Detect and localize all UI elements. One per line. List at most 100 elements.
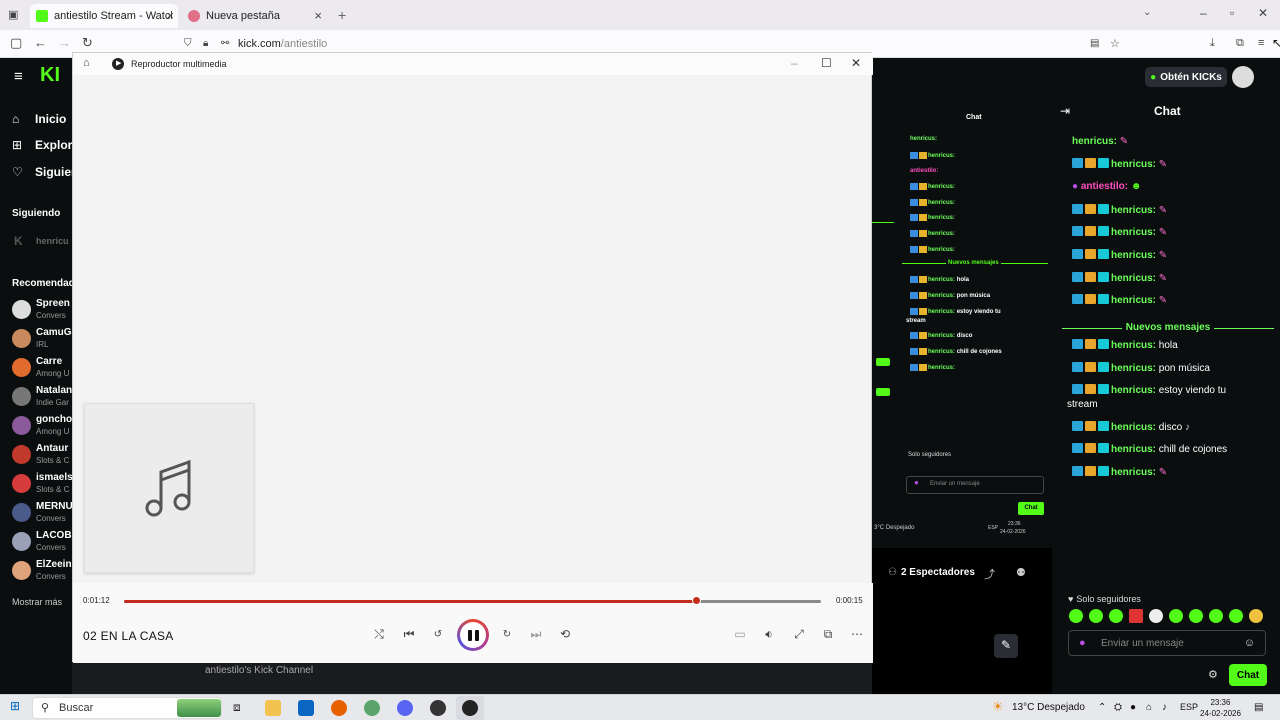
chat-message[interactable]: ● antiestilo: ☻ (1072, 181, 1141, 192)
tab-new[interactable]: Nueva pestaña × (182, 4, 330, 28)
pause-button[interactable] (457, 619, 489, 651)
get-kicks-button[interactable]: ● Obtén KICKs (1145, 67, 1227, 87)
reload-icon[interactable]: ↻ (82, 35, 93, 51)
minimize-player-icon[interactable]: – (791, 56, 798, 70)
language-indicator[interactable]: ESP (1180, 702, 1198, 712)
chat-message[interactable]: henricus: ✎ (1072, 158, 1167, 170)
permissions-icon[interactable]: ⚯ (221, 38, 229, 49)
previous-track-icon[interactable]: ⏮ (399, 627, 419, 642)
emote-icon[interactable] (1169, 609, 1183, 623)
chat-message-input[interactable]: ● Enviar un mensaje ☺ (1068, 630, 1266, 656)
volume-icon[interactable]: 🔉︎ (759, 627, 779, 642)
emote-icon[interactable] (1129, 609, 1143, 623)
taskbar-search[interactable]: ⚲ Buscar (32, 697, 222, 719)
file-explorer-icon[interactable] (265, 700, 281, 716)
network-icon[interactable]: ⌂ (1146, 702, 1152, 713)
send-chat-button[interactable]: Chat (1229, 664, 1267, 686)
share-icon[interactable]: ⤴ (984, 566, 995, 582)
emote-icon[interactable] (1089, 609, 1103, 623)
app-icon[interactable] (364, 700, 380, 716)
lock-icon[interactable]: 🔒︎ (203, 38, 208, 49)
captions-icon[interactable]: ▭ (730, 627, 750, 641)
collapse-chat-icon[interactable]: ⇥ (1060, 104, 1070, 118)
emote-icon[interactable] (1229, 609, 1243, 623)
repeat-icon[interactable]: ⟲ (555, 627, 575, 641)
close-player-icon[interactable]: ✕ (851, 56, 861, 70)
mini-player-icon[interactable]: ⧉ (818, 627, 838, 642)
back-icon[interactable]: ← (34, 35, 47, 50)
tab-antiestilo[interactable]: antiestilo Stream - Watch Live o × (30, 4, 178, 28)
rewind-10-icon[interactable]: ↺ (428, 629, 448, 640)
task-view-icon[interactable]: ⧈ (233, 700, 241, 715)
shuffle-icon[interactable]: ⤭ (369, 627, 389, 642)
tray-app-icon[interactable]: ⛭ (1114, 702, 1122, 713)
downloads-icon[interactable]: ⤓ (1210, 37, 1215, 50)
close-browser-icon[interactable]: ✕ (1258, 6, 1268, 20)
url-bar[interactable]: kick.com/antiestilo (238, 38, 327, 50)
edit-pencil-icon[interactable]: ✎ (994, 634, 1018, 658)
emote-icon[interactable] (1069, 609, 1083, 623)
chat-message[interactable]: henricus: ✎ (1072, 272, 1167, 284)
emote-icon[interactable] (1149, 609, 1163, 623)
emote-icon[interactable] (1209, 609, 1223, 623)
hamburger-icon[interactable]: ≡ (14, 68, 23, 85)
chat-message[interactable]: henricus: disco ♪ (1072, 421, 1190, 433)
taskbar-weather[interactable]: 13°C Despejado (1012, 702, 1085, 713)
minimize-browser-icon[interactable]: – (1200, 6, 1207, 20)
emote-icon[interactable] (1109, 609, 1123, 623)
notifications-icon[interactable]: ▤ (1254, 702, 1263, 713)
forward-icon[interactable]: → (58, 35, 71, 50)
obs-icon[interactable] (430, 700, 446, 716)
settings-gear-icon[interactable]: ⚙ (1208, 668, 1218, 681)
close-tab-icon[interactable]: × (314, 8, 322, 23)
extensions-icon[interactable]: ⧉ (1236, 37, 1244, 50)
sound-icon[interactable]: ♪ (1162, 702, 1167, 713)
emoji-icon[interactable]: ☺ (1244, 637, 1255, 649)
user-avatar[interactable] (1232, 66, 1254, 88)
sidebar-toggle-icon[interactable]: ▢ (10, 35, 22, 51)
emote-icon[interactable] (1189, 609, 1203, 623)
tab-list-chevron-icon[interactable]: ⌄ (1143, 7, 1151, 18)
menu-icon[interactable]: ≡ (1258, 37, 1264, 49)
shield-icon[interactable]: ⛉ (184, 38, 192, 49)
chat-message[interactable]: henricus: ✎ (1072, 249, 1167, 261)
bookmark-star-icon[interactable]: ☆ (1110, 37, 1120, 50)
more-options-icon[interactable]: ⋯ (847, 627, 867, 641)
tab-overview-icon[interactable]: ▣ (8, 8, 18, 21)
tray-mic-icon[interactable]: ● (1130, 702, 1136, 713)
chat-message[interactable]: henricus: pon música (1072, 362, 1210, 374)
discord-icon[interactable] (397, 700, 413, 716)
maximize-player-icon[interactable]: ☐ (821, 56, 832, 70)
seek-knob[interactable] (691, 596, 701, 605)
follow-user-icon[interactable]: ⚉ (1016, 566, 1026, 579)
chat-message[interactable]: henricus: ✎ (1072, 204, 1167, 216)
forward-30-icon[interactable]: ↻ (497, 629, 517, 640)
next-track-icon[interactable]: ⏭ (526, 627, 546, 642)
maximize-browser-icon[interactable]: ▫ (1230, 6, 1234, 20)
firefox-icon[interactable] (331, 700, 347, 716)
media-player-taskbar-icon[interactable] (462, 700, 478, 716)
chat-message[interactable]: henricus: ✎ (1072, 226, 1167, 238)
chat-message[interactable]: henricus: ✎ (1072, 466, 1167, 478)
show-more-link[interactable]: Mostrar más (12, 597, 62, 607)
kick-logo[interactable]: KI (40, 64, 60, 87)
emote-icon[interactable] (1249, 609, 1263, 623)
chat-message[interactable]: henricus: chill de cojones (1072, 443, 1227, 455)
reader-view-icon[interactable]: ▤ (1090, 38, 1099, 49)
embedded-lang: ESP (988, 525, 999, 531)
show-hidden-icons[interactable]: ⌃ (1098, 702, 1106, 713)
clock[interactable]: 23:36 24-02-2026 (1200, 697, 1241, 719)
nav-home[interactable]: Inicio (35, 112, 66, 126)
following-user[interactable]: henricu (36, 236, 69, 246)
store-icon[interactable] (298, 700, 314, 716)
start-icon[interactable]: ⊞ (10, 699, 20, 713)
chat-message[interactable]: henricus: hola (1072, 339, 1178, 351)
chat-message[interactable]: henricus: ✎ (1072, 136, 1128, 147)
chat-message[interactable]: henricus: ✎ (1072, 294, 1167, 306)
new-tab-plus-icon[interactable]: + (338, 7, 346, 23)
seek-bar[interactable] (124, 600, 821, 603)
home-icon[interactable]: ⌂ (83, 57, 90, 69)
chat-message[interactable]: henricus: estoy viendo tu (1072, 384, 1226, 396)
fullscreen-icon[interactable]: ⤢ (789, 627, 809, 642)
close-tab-icon[interactable]: × (166, 8, 174, 23)
